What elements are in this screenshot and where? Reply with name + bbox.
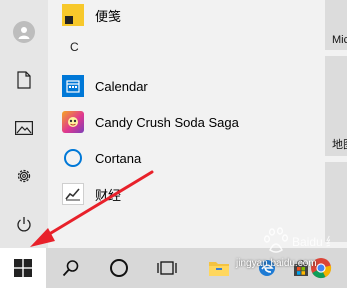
task-view-button[interactable] [144, 248, 190, 288]
search-icon [62, 260, 79, 277]
search-button[interactable] [48, 248, 94, 288]
start-button[interactable] [0, 248, 46, 288]
task-view-icon [157, 261, 177, 275]
baidu-logo-watermark: Baidu 经验 [260, 226, 347, 260]
windows-icon [14, 259, 32, 277]
watermark-text: jingyan.baidu.com [236, 258, 317, 269]
folder-icon [209, 261, 229, 276]
watermark-logo-text: Baidu 经验 [292, 234, 330, 249]
circle-icon [110, 259, 128, 277]
cortana-button[interactable] [96, 248, 142, 288]
